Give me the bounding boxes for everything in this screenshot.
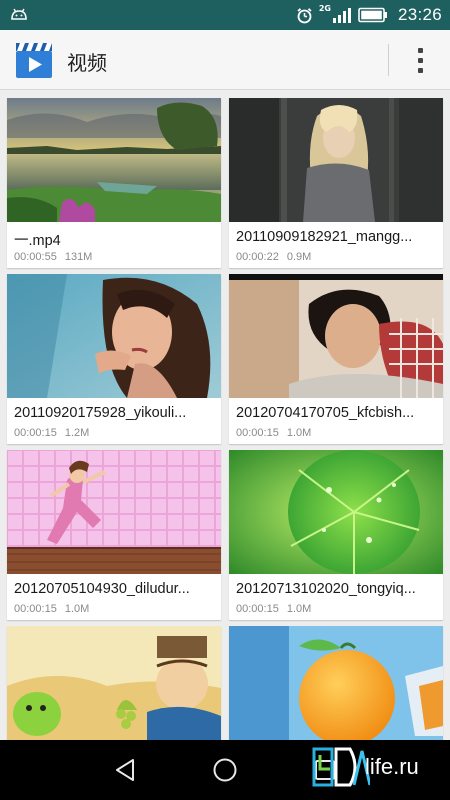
signal-icon xyxy=(332,7,351,23)
video-meta: 00:00:15 1.0M xyxy=(236,603,311,615)
back-icon xyxy=(116,759,134,781)
video-thumbnail[interactable] xyxy=(229,98,443,222)
video-card[interactable]: 20120704170705_kfcbish... 00:00:15 1.0M xyxy=(229,274,443,444)
video-card[interactable]: 20110920175928_yikouli... 00:00:15 1.2M xyxy=(7,274,221,444)
page-title: 视频 xyxy=(67,51,107,75)
android-debug-icon xyxy=(11,8,27,20)
video-card[interactable] xyxy=(7,626,221,740)
video-thumbnail[interactable] xyxy=(7,98,221,222)
video-name: 20120705104930_diludur... xyxy=(14,581,190,597)
alarm-clock-icon xyxy=(297,7,312,23)
watermark-logo: life.ru xyxy=(310,745,445,790)
video-meta: 00:00:55 131M xyxy=(14,251,92,263)
video-thumbnail[interactable] xyxy=(7,450,221,574)
video-thumbnail[interactable] xyxy=(229,450,443,574)
app-bar: 视频 xyxy=(0,30,450,90)
video-meta: 00:00:15 1.0M xyxy=(14,603,89,615)
back-button[interactable] xyxy=(85,740,165,800)
video-duration: 00:00:15 xyxy=(14,603,57,615)
app-bar-divider xyxy=(388,44,389,76)
video-size: 1.0M xyxy=(286,427,312,439)
video-meta: 00:00:15 1.2M xyxy=(14,427,89,439)
video-thumbnail[interactable] xyxy=(229,626,443,740)
video-clapper-icon[interactable] xyxy=(15,41,53,79)
video-card[interactable]: 20120713102020_tongyiq... 00:00:15 1.0M xyxy=(229,450,443,620)
video-size: 1.0M xyxy=(286,603,312,615)
home-button[interactable] xyxy=(185,740,265,800)
video-size: 0.9M xyxy=(286,251,312,263)
status-bar: 2G 23:26 xyxy=(0,0,450,30)
video-card[interactable] xyxy=(229,626,443,740)
video-duration: 00:00:22 xyxy=(236,251,279,263)
video-card[interactable]: 一.mp4 00:00:55 131M xyxy=(7,98,221,268)
4pda-logo-icon xyxy=(312,747,370,787)
video-meta: 00:00:22 0.9M xyxy=(236,251,311,263)
home-icon xyxy=(213,758,237,782)
video-name: 20120713102020_tongyiq... xyxy=(236,581,416,597)
video-grid: 一.mp4 00:00:55 131M 20110909182921_mangg.… xyxy=(0,90,450,740)
video-name: 一.mp4 xyxy=(14,233,61,249)
status-time: 23:26 xyxy=(397,5,442,24)
video-duration: 00:00:55 xyxy=(14,251,57,263)
video-card[interactable]: 20120705104930_diludur... 00:00:15 1.0M xyxy=(7,450,221,620)
video-thumbnail[interactable] xyxy=(7,626,221,740)
video-size: 131M xyxy=(64,251,93,263)
overflow-menu-icon[interactable] xyxy=(405,44,435,76)
video-thumbnail[interactable] xyxy=(229,274,443,398)
video-meta: 00:00:15 1.0M xyxy=(236,427,311,439)
video-card[interactable]: 20110909182921_mangg... 00:00:22 0.9M xyxy=(229,98,443,268)
video-duration: 00:00:15 xyxy=(236,427,279,439)
video-size: 1.0M xyxy=(64,603,90,615)
watermark-text: life.ru xyxy=(365,754,419,779)
video-thumbnail[interactable] xyxy=(7,274,221,398)
video-name: 20110909182921_mangg... xyxy=(236,229,413,245)
video-duration: 00:00:15 xyxy=(236,603,279,615)
video-name: 20110920175928_yikouli... xyxy=(14,405,187,421)
video-name: 20120704170705_kfcbish... xyxy=(236,405,415,421)
battery-icon xyxy=(358,7,387,23)
video-duration: 00:00:15 xyxy=(14,427,57,439)
network-type-label: 2G xyxy=(318,3,331,13)
video-size: 1.2M xyxy=(64,427,90,439)
